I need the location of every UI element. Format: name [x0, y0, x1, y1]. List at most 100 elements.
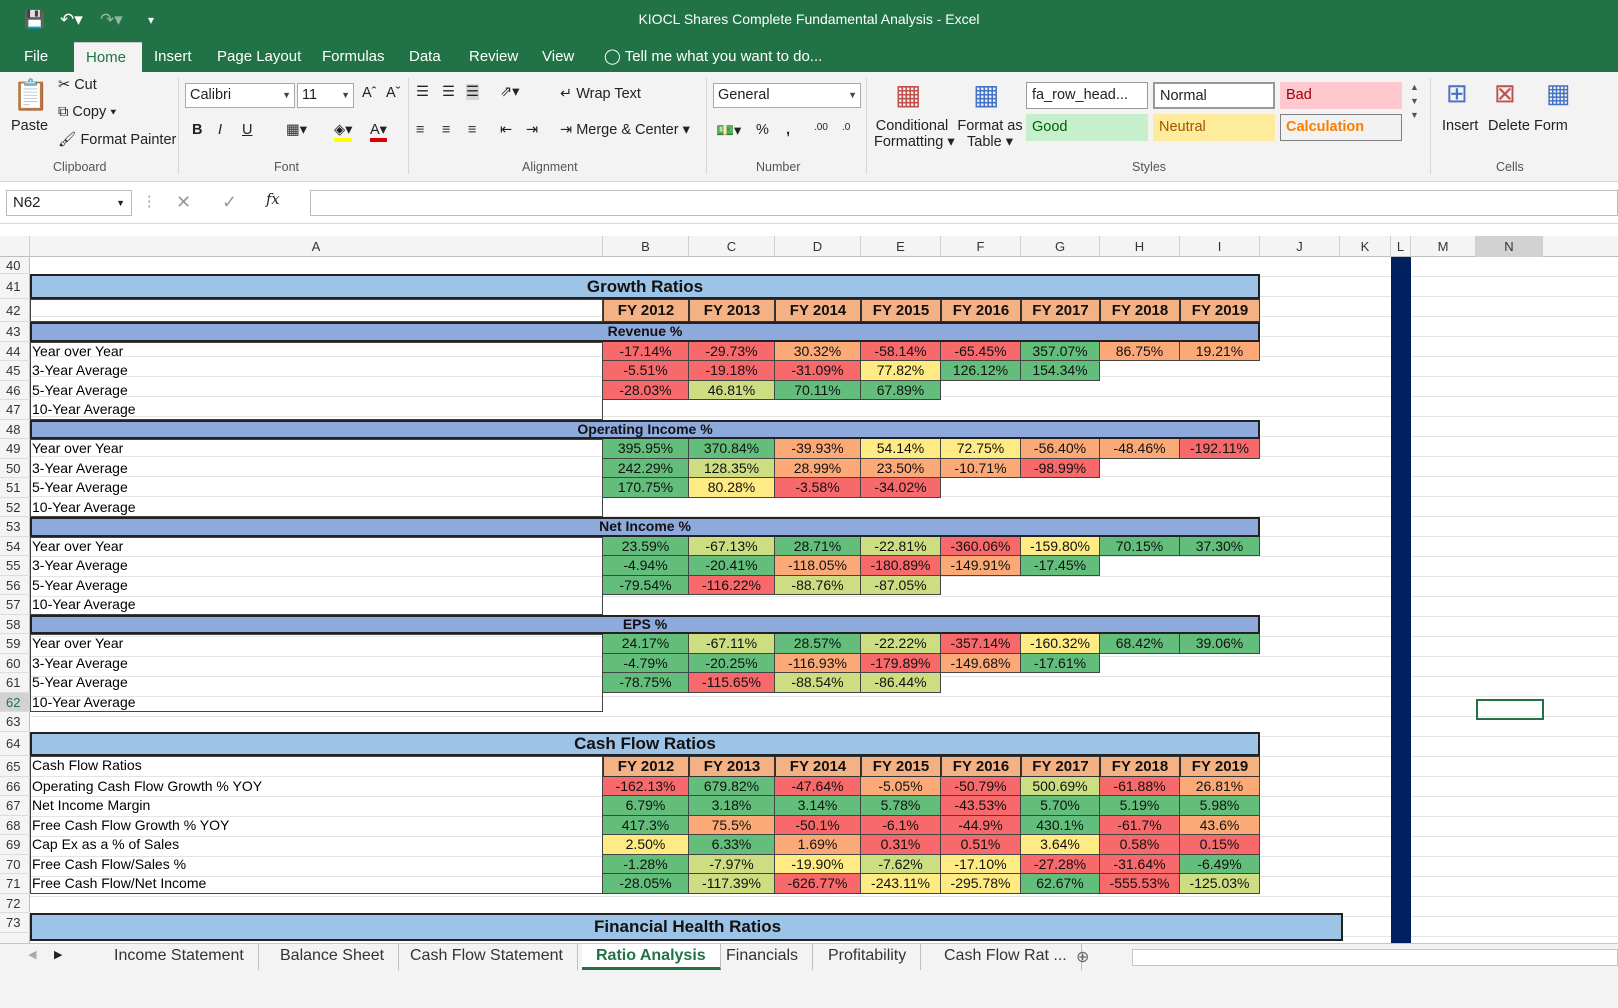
align-left-icon[interactable]: ≡: [416, 122, 424, 138]
align-middle-icon[interactable]: ☰: [442, 84, 455, 100]
tab-home[interactable]: Home: [74, 42, 142, 72]
row-header[interactable]: 61: [0, 673, 30, 693]
cut-button[interactable]: ✂ Cut: [58, 77, 97, 93]
tab-insert[interactable]: Insert: [142, 42, 204, 72]
paste-button[interactable]: Paste: [11, 118, 48, 134]
accounting-format-icon[interactable]: 💵▾: [716, 122, 741, 139]
delete-cells-icon[interactable]: ⊠: [1494, 78, 1516, 109]
font-name-select[interactable]: Calibri ▼: [185, 83, 295, 108]
column-header[interactable]: N: [1476, 236, 1543, 257]
increase-indent-icon[interactable]: ⇥: [526, 122, 538, 138]
column-header[interactable]: L: [1391, 236, 1411, 257]
tab-file[interactable]: File: [12, 42, 60, 72]
orientation-icon[interactable]: ⇗▾: [500, 84, 519, 100]
row-header[interactable]: 50: [0, 459, 30, 478]
style-bad[interactable]: Bad: [1280, 82, 1402, 109]
align-center-icon[interactable]: ≡: [442, 122, 450, 138]
row-header[interactable]: 46: [0, 381, 30, 400]
row-header[interactable]: 49: [0, 439, 30, 459]
format-button[interactable]: Form: [1534, 118, 1568, 134]
cancel-icon[interactable]: ✕: [176, 192, 191, 213]
row-header[interactable]: 44: [0, 342, 30, 361]
column-header[interactable]: I: [1180, 236, 1260, 257]
row-header[interactable]: 63: [0, 712, 30, 732]
fill-color-icon[interactable]: ◈▾: [334, 122, 353, 142]
enter-icon[interactable]: ✓: [222, 192, 237, 213]
percent-style-button[interactable]: %: [756, 122, 769, 138]
column-header[interactable]: K: [1340, 236, 1391, 257]
decrease-decimal-icon[interactable]: .0: [842, 122, 850, 133]
conditional-formatting-button[interactable]: Conditional Formatting ▾: [874, 118, 955, 150]
sheet-tab[interactable]: Cash Flow Rat ...: [930, 944, 1082, 970]
style-fa-row-head[interactable]: fa_row_head...: [1026, 82, 1148, 109]
name-box[interactable]: N62 ▼: [6, 190, 132, 216]
tab-page-layout[interactable]: Page Layout: [205, 42, 313, 72]
format-cells-icon[interactable]: ▦: [1546, 78, 1571, 109]
column-header[interactable]: C: [689, 236, 775, 257]
style-neutral[interactable]: Neutral: [1153, 114, 1275, 141]
sheet-tab[interactable]: Cash Flow Statement: [396, 944, 578, 970]
row-header[interactable]: 41: [0, 274, 30, 299]
sheet-tab[interactable]: Ratio Analysis: [582, 944, 721, 970]
tab-review[interactable]: Review: [457, 42, 530, 72]
add-sheet-icon[interactable]: ⊕: [1076, 947, 1089, 967]
row-header[interactable]: 73: [0, 913, 30, 933]
horizontal-scrollbar[interactable]: [1132, 949, 1618, 966]
wrap-text-button[interactable]: ↵ Wrap Text: [560, 86, 641, 102]
sheet-tab[interactable]: Income Statement: [100, 944, 259, 970]
insert-button[interactable]: Insert: [1442, 118, 1478, 134]
tab-data[interactable]: Data: [397, 42, 453, 72]
paste-icon[interactable]: 📋: [12, 78, 49, 113]
column-header[interactable]: M: [1411, 236, 1476, 257]
format-as-table-icon[interactable]: ▦: [973, 78, 999, 111]
font-size-select[interactable]: 11 ▼: [297, 83, 354, 108]
select-all-corner[interactable]: [0, 236, 30, 257]
column-header[interactable]: A: [30, 236, 603, 257]
align-right-icon[interactable]: ≡: [468, 122, 476, 138]
underline-button[interactable]: U: [242, 122, 252, 138]
row-header[interactable]: 55: [0, 556, 30, 576]
decrease-indent-icon[interactable]: ⇤: [500, 122, 512, 138]
italic-button[interactable]: I: [218, 122, 222, 138]
borders-icon[interactable]: ▦▾: [286, 122, 307, 138]
delete-button[interactable]: Delete: [1488, 118, 1530, 134]
tell-me-search[interactable]: ◯ Tell me what you want to do...: [592, 42, 834, 72]
comma-style-button[interactable]: ,: [786, 122, 790, 138]
column-header[interactable]: F: [941, 236, 1021, 257]
row-header[interactable]: 48: [0, 420, 30, 439]
number-format-select[interactable]: General ▼: [713, 83, 861, 108]
row-header[interactable]: 57: [0, 595, 30, 615]
tab-view[interactable]: View: [530, 42, 586, 72]
insert-function-icon[interactable]: fx: [266, 192, 280, 208]
style-calculation[interactable]: Calculation: [1280, 114, 1402, 141]
row-header[interactable]: 64: [0, 732, 30, 756]
column-header[interactable]: G: [1021, 236, 1100, 257]
row-header[interactable]: 40: [0, 257, 30, 274]
row-header[interactable]: 43: [0, 322, 30, 342]
insert-cells-icon[interactable]: ⊞: [1446, 78, 1468, 109]
row-header[interactable]: 65: [0, 756, 30, 777]
tab-formulas[interactable]: Formulas: [310, 42, 397, 72]
bold-button[interactable]: B: [192, 122, 202, 138]
row-header[interactable]: 71: [0, 874, 30, 894]
styles-scroll-icon[interactable]: ▲ ▼ ▼: [1410, 80, 1419, 122]
sheet-tab[interactable]: Balance Sheet: [266, 944, 400, 970]
align-top-icon[interactable]: ☰: [416, 84, 429, 100]
row-header[interactable]: 51: [0, 478, 30, 498]
shrink-font-icon[interactable]: Aˇ: [386, 85, 401, 101]
style-good[interactable]: Good: [1026, 114, 1148, 141]
row-header[interactable]: 42: [0, 299, 30, 322]
row-header[interactable]: 53: [0, 517, 30, 537]
format-as-table-button[interactable]: Format as Table ▾: [956, 118, 1024, 150]
row-header[interactable]: 60: [0, 654, 30, 673]
row-header[interactable]: 59: [0, 634, 30, 654]
row-header[interactable]: 62: [0, 692, 30, 712]
row-header[interactable]: 47: [0, 400, 30, 420]
increase-decimal-icon[interactable]: .00: [814, 122, 828, 133]
font-color-icon[interactable]: A▾: [370, 122, 387, 142]
next-sheet-icon[interactable]: ▶: [54, 948, 62, 961]
row-header[interactable]: 67: [0, 796, 30, 816]
row-header[interactable]: 72: [0, 894, 30, 913]
row-header[interactable]: 68: [0, 816, 30, 835]
format-painter-button[interactable]: 🖌 Format Painter: [58, 131, 176, 148]
